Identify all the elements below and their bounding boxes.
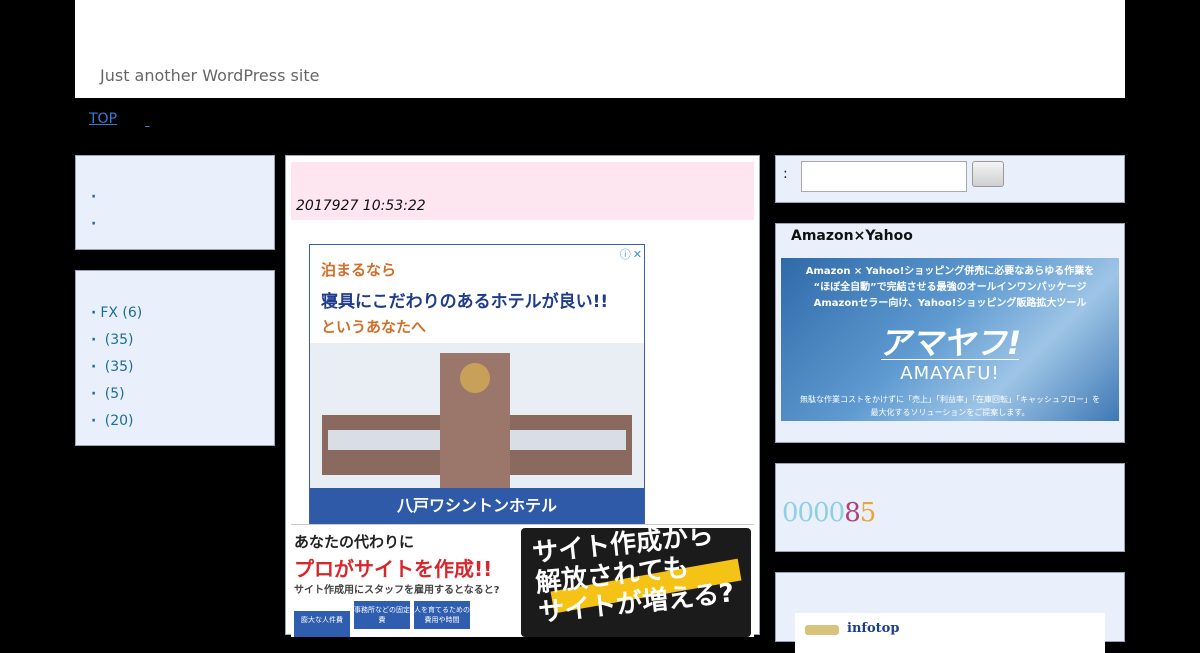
- list-item[interactable]: ·: [91, 216, 100, 232]
- widget-title: Amazon×Yahoo: [791, 228, 913, 244]
- counter-digit: 5: [859, 498, 877, 528]
- ad2-line3: サイト作成用にスタッフを雇用するとなると?: [294, 585, 500, 596]
- close-icon[interactable]: ✕: [633, 248, 642, 261]
- ad-headline-2: 寝具にこだわりのあるホテルが良い!!: [321, 292, 609, 312]
- ad-headline-1: 泊まるなら: [321, 261, 397, 279]
- search-widget: :: [775, 155, 1125, 203]
- site-tagline: Just another WordPress site: [100, 66, 320, 85]
- access-counter-widget: 000085: [775, 463, 1125, 552]
- search-label: :: [783, 166, 788, 182]
- category-item[interactable]: · (5): [91, 386, 125, 402]
- banner-divider: [881, 359, 1019, 360]
- hotel-name: 八戸ワシントンホテル: [310, 488, 644, 524]
- counter-digit: 8: [844, 498, 861, 528]
- ad2-chip: 膨大な人件費: [294, 611, 350, 637]
- ad-headline-3: というあなたへ: [321, 318, 427, 336]
- left-widget-1: · ·: [75, 155, 275, 250]
- banner-foot2: 最大化するソリューションをご提案します。: [870, 408, 1030, 417]
- info-icon[interactable]: ⓘ: [620, 248, 631, 261]
- ad2-chip: 人を育てるための費用や時間: [414, 601, 470, 629]
- counter-digit: 0: [797, 498, 815, 528]
- top-nav: TOP: [89, 111, 163, 127]
- post-timestamp: 2017927 10:53:22: [296, 198, 426, 214]
- ad2-line2: プロがサイトを作成!!: [294, 557, 493, 581]
- infotop-widget: infotop: [775, 572, 1125, 653]
- nav-top-link[interactable]: TOP: [89, 111, 117, 127]
- main-content: 2017927 10:53:22 ⓘ ✕ 泊まるなら 寝具にこだわりのあるホテルが…: [285, 155, 760, 637]
- infotop-banner[interactable]: infotop: [795, 613, 1105, 653]
- category-item[interactable]: · (20): [91, 413, 134, 429]
- banner-foot1: 無駄な作業コストをかけずに「売上」「利益率」「在庫回転」「キャッシュフロー」を: [800, 395, 1100, 404]
- category-widget: · FX (6) · (35) · (35) · (5) · (20): [75, 270, 275, 446]
- site-header: Just another WordPress site: [75, 0, 1125, 98]
- counter-digit: 0: [782, 498, 799, 528]
- category-item[interactable]: · (35): [91, 359, 134, 375]
- counter-digit: 0: [828, 498, 846, 528]
- banner-line3: Amazonセラー向け、Yahoo!ショッピング販路拡大ツール: [813, 298, 1087, 309]
- list-item[interactable]: ·: [91, 189, 100, 205]
- post-header: 2017927 10:53:22: [291, 162, 754, 220]
- amazon-yahoo-widget: Amazon×Yahoo Amazon × Yahoo!ショッピング併売に必要な…: [775, 223, 1125, 443]
- infotop-logo-icon: [805, 625, 839, 635]
- access-counter: 000085: [782, 498, 877, 528]
- search-input[interactable]: [801, 161, 967, 192]
- category-item[interactable]: · FX (6): [91, 305, 142, 321]
- search-button[interactable]: [972, 161, 1004, 187]
- ad2-line1: あなたの代わりに: [294, 533, 415, 551]
- nav-link-2[interactable]: [145, 113, 163, 127]
- hotel-emblem-icon: [460, 363, 490, 393]
- infotop-label: infotop: [847, 621, 900, 636]
- ad-choices[interactable]: ⓘ ✕: [620, 246, 642, 262]
- amayafu-banner[interactable]: Amazon × Yahoo!ショッピング併売に必要なあらゆる作業を “ほぼ全自…: [781, 258, 1119, 421]
- banner-logo: アマヤフ!: [878, 324, 1022, 362]
- category-item[interactable]: · (35): [91, 332, 134, 348]
- counter-digit: 0: [813, 498, 830, 528]
- banner-line2: “ほぼ全自動”で完結させる最強のオールインワンパッケージ: [813, 282, 1087, 293]
- banner-line1: Amazon × Yahoo!ショッピング併売に必要なあらゆる作業を: [805, 266, 1095, 277]
- hotel-ad-banner[interactable]: ⓘ ✕ 泊まるなら 寝具にこだわりのあるホテルが良い!! というあなたへ 八戸ワシ…: [309, 244, 645, 525]
- site-builder-ad[interactable]: あなたの代わりに プロがサイトを作成!! サイト作成用にスタッフを雇用するとなる…: [291, 524, 754, 637]
- ad2-chips: 膨大な人件費事務所などの固定費人を育てるための費用や時間: [294, 601, 474, 637]
- banner-sub: AMAYAFU!: [900, 363, 1000, 384]
- ad2-chip: 事務所などの固定費: [354, 601, 410, 629]
